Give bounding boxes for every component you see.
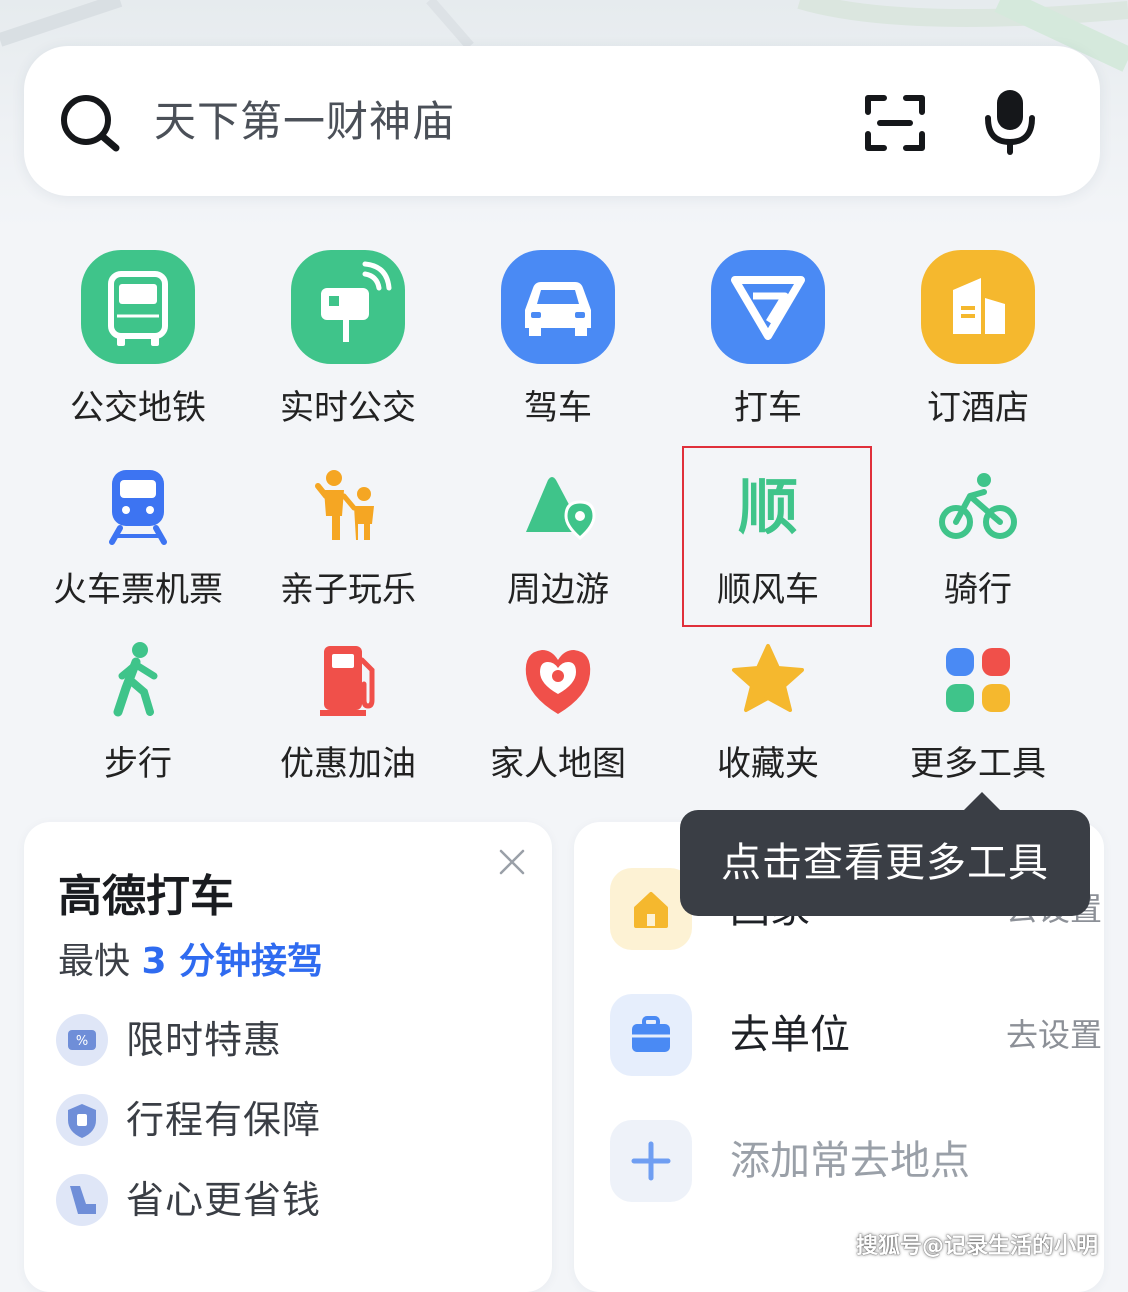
mountain-pin-icon xyxy=(526,477,596,540)
tool-family-map[interactable]: 家人地图 xyxy=(453,634,663,804)
taxi-card[interactable]: 高德打车 最快 3 分钟接驾 % 限时特惠 行程有保障 省心更省钱 xyxy=(24,822,552,1292)
briefcase-icon xyxy=(610,994,692,1076)
tool-label: 实时公交 xyxy=(280,388,416,428)
family-icon xyxy=(315,470,374,540)
tool-hotel[interactable]: 订酒店 xyxy=(873,250,1083,428)
tool-label: 驾车 xyxy=(524,388,592,428)
place-row-work[interactable]: 去单位 去设置 xyxy=(610,994,1102,1076)
family-map-icon xyxy=(525,650,591,714)
place-name: 添加常去地点 xyxy=(730,1138,970,1184)
taxi-card-subtitle: 最快 3 分钟接驾 xyxy=(58,932,323,984)
tool-train-flight[interactable]: 火车票机票 xyxy=(33,460,243,630)
star-icon xyxy=(732,644,804,712)
hotel-icon xyxy=(921,250,1035,364)
walking-icon xyxy=(113,642,158,717)
tool-label: 步行 xyxy=(104,744,172,784)
tool-label: 家人地图 xyxy=(490,744,626,784)
microphone-icon[interactable] xyxy=(982,86,1038,160)
tool-shunfeng-carpool[interactable]: 顺 顺风车 xyxy=(663,460,873,630)
scan-icon[interactable] xyxy=(862,90,928,160)
more-tools-tooltip[interactable]: 点击查看更多工具 xyxy=(680,810,1090,916)
place-row-add[interactable]: 添加常去地点 xyxy=(610,1120,1070,1202)
tool-label: 顺风车 xyxy=(717,570,819,610)
tool-taxi[interactable]: 打车 xyxy=(663,250,873,428)
tool-label: 更多工具 xyxy=(910,744,1046,784)
tool-cycling[interactable]: 骑行 xyxy=(873,460,1083,630)
tool-label: 订酒店 xyxy=(927,388,1029,428)
search-input[interactable]: 天下第一财神庙 xyxy=(154,90,455,154)
tool-bus-metro[interactable]: 公交地铁 xyxy=(33,250,243,428)
tool-family-fun[interactable]: 亲子玩乐 xyxy=(243,460,453,630)
tool-label: 亲子玩乐 xyxy=(280,570,416,610)
train-icon xyxy=(109,470,167,545)
discount-ticket-icon: % xyxy=(56,1014,108,1066)
subtitle-highlight: 3 分钟接驾 xyxy=(141,941,324,982)
taxi-card-title: 高德打车 xyxy=(58,871,234,922)
shunfeng-icon: 顺 xyxy=(738,473,798,543)
perk-label: 省心更省钱 xyxy=(126,1178,322,1222)
tool-label: 收藏夹 xyxy=(717,744,819,784)
perk-label: 限时特惠 xyxy=(126,1018,283,1062)
tool-walking[interactable]: 步行 xyxy=(33,634,243,804)
tool-label: 火车票机票 xyxy=(53,570,223,610)
plus-icon xyxy=(610,1120,692,1202)
tool-nearby-travel[interactable]: 周边游 xyxy=(453,460,663,630)
tool-drive[interactable]: 驾车 xyxy=(453,250,663,428)
tool-label: 优惠加油 xyxy=(280,744,416,784)
tool-fuel-discount[interactable]: 优惠加油 xyxy=(243,634,453,804)
tool-label: 骑行 xyxy=(944,570,1012,610)
svg-text:%: % xyxy=(76,1034,88,1049)
seat-icon xyxy=(56,1174,108,1226)
search-icon[interactable] xyxy=(58,92,122,160)
gas-pump-icon xyxy=(320,646,375,716)
subtitle-prefix: 最快 xyxy=(58,941,142,982)
close-icon[interactable] xyxy=(498,848,526,880)
tool-label: 打车 xyxy=(734,388,802,428)
place-name: 去单位 xyxy=(730,1012,850,1058)
bus-icon xyxy=(81,250,195,364)
taxi-icon xyxy=(711,250,825,364)
shunfeng-glyph: 顺 xyxy=(738,473,798,543)
more-tools-icon xyxy=(946,648,1010,712)
tooltip-arrow xyxy=(962,792,1002,812)
tool-realtime-bus[interactable]: 实时公交 xyxy=(243,250,453,428)
watermark: 搜狐号@记录生活的小明 xyxy=(856,1234,1099,1259)
tool-label: 周边游 xyxy=(507,570,609,610)
realtime-bus-stop-icon xyxy=(291,250,405,364)
car-icon xyxy=(501,250,615,364)
tool-more-tools[interactable]: 更多工具 xyxy=(873,634,1083,804)
bicycle-icon xyxy=(939,473,1017,539)
tool-label: 公交地铁 xyxy=(70,388,206,428)
perk-label: 行程有保障 xyxy=(126,1098,322,1142)
insurance-badge-icon xyxy=(56,1094,108,1146)
tool-favorites[interactable]: 收藏夹 xyxy=(663,634,873,804)
place-action[interactable]: 去设置 xyxy=(1006,994,1102,1076)
